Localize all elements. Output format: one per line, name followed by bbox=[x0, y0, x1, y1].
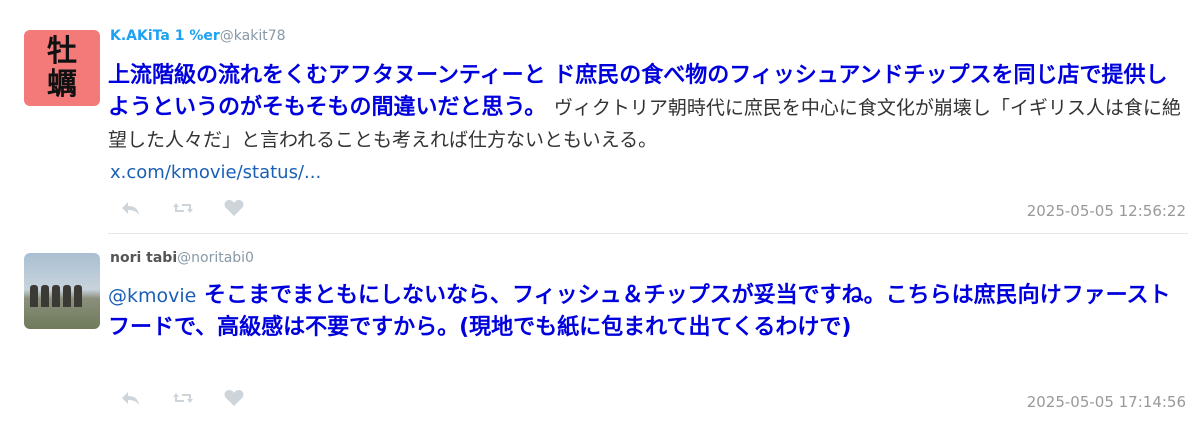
tweet-header: nori tabi@noritabi0 bbox=[110, 250, 254, 266]
timestamp[interactable]: 2025-05-05 12:56:22 bbox=[1027, 202, 1186, 220]
tweet-bold-text: そこまでまともにしないなら、フィッシュ＆チップスが妥当ですね。こちらは庶民向けフ… bbox=[108, 283, 1171, 340]
status-link[interactable]: x.com/kmovie/status/... bbox=[110, 162, 321, 183]
display-name[interactable]: nori tabi bbox=[110, 250, 177, 266]
moai-shape bbox=[74, 285, 82, 307]
tweet-actions bbox=[120, 197, 276, 219]
handle[interactable]: @noritabi0 bbox=[177, 250, 254, 266]
mention-link[interactable]: @kmovie bbox=[108, 285, 196, 307]
tweet-actions bbox=[120, 387, 276, 409]
avatar-char-1: 牡 bbox=[47, 34, 77, 69]
timestamp[interactable]: 2025-05-05 17:14:56 bbox=[1027, 393, 1186, 411]
avatar[interactable]: 牡 蠣 bbox=[24, 30, 100, 106]
moai-shape bbox=[41, 285, 49, 307]
moai-shape bbox=[52, 285, 60, 307]
tweet-text: @kmovie そこまでまともにしないなら、フィッシュ＆チップスが妥当ですね。こ… bbox=[108, 280, 1188, 344]
display-name[interactable]: K.AKiTa 1 %er bbox=[110, 28, 220, 44]
retweet-icon[interactable] bbox=[172, 387, 224, 409]
moai-shape bbox=[63, 285, 71, 307]
reply-icon[interactable] bbox=[120, 387, 172, 409]
avatar[interactable] bbox=[24, 253, 100, 329]
retweet-icon[interactable] bbox=[172, 197, 224, 219]
tweet-header: K.AKiTa 1 %er@kakit78 bbox=[110, 28, 286, 44]
avatar-char-2: 蠣 bbox=[47, 67, 77, 102]
reply-icon[interactable] bbox=[120, 197, 172, 219]
tweet-divider bbox=[108, 233, 1188, 234]
handle[interactable]: @kakit78 bbox=[220, 28, 286, 44]
like-icon[interactable] bbox=[224, 197, 276, 219]
moai-shape bbox=[30, 285, 38, 307]
tweet-text: 上流階級の流れをくむアフタヌーンティーと ド庶民の食べ物のフィッシュアンドチップ… bbox=[108, 60, 1188, 156]
like-icon[interactable] bbox=[224, 387, 276, 409]
